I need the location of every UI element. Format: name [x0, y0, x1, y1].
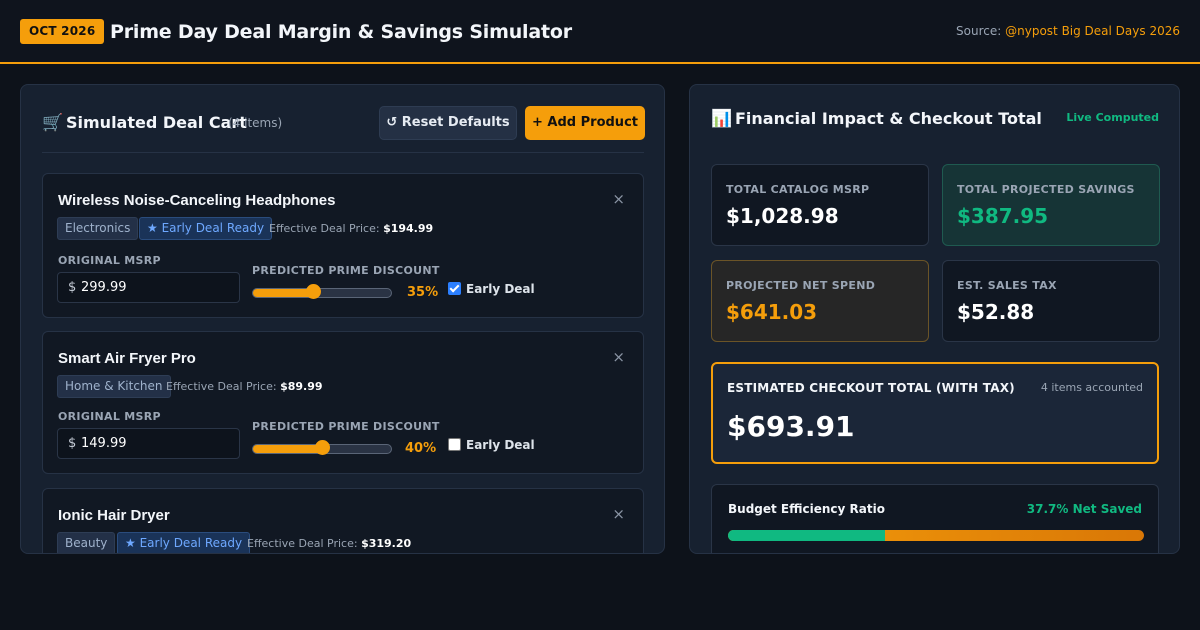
- discount-label: PREDICTED PRIME DISCOUNT: [252, 420, 440, 433]
- discount-label: PREDICTED PRIME DISCOUNT: [252, 264, 440, 277]
- early-deal-label: Early Deal: [466, 282, 535, 296]
- checkout-total-value: $693.91: [727, 410, 855, 443]
- category-tag: Home & Kitchen: [57, 375, 171, 398]
- effective-price-label: Effective Deal Price:: [269, 222, 380, 235]
- slider-handle[interactable]: [306, 284, 321, 299]
- effective-price-label: Effective Deal Price:: [247, 537, 358, 550]
- product-name: Wireless Noise-Canceling Headphones: [58, 192, 336, 209]
- stat-label: TOTAL CATALOG MSRP: [726, 183, 870, 196]
- stat-projected-savings: TOTAL PROJECTED SAVINGS $387.95: [942, 164, 1160, 246]
- cart-item-count: (4 items): [228, 116, 283, 130]
- live-computed-badge: Live Computed: [1066, 111, 1159, 124]
- early-deal-checkbox[interactable]: [448, 438, 461, 451]
- early-deal-checkbox[interactable]: [448, 282, 461, 295]
- category-tag: Electronics: [57, 217, 139, 240]
- msrp-input[interactable]: $ 149.99: [57, 428, 240, 459]
- effective-price: Effective Deal Price: $194.99: [269, 222, 433, 236]
- source-link[interactable]: @nypost Big Deal Days 2026: [1005, 24, 1180, 38]
- slider-fill: [253, 289, 313, 297]
- budget-efficiency-card: Budget Efficiency Ratio 37.7% Net Saved: [711, 484, 1159, 553]
- msrp-value: 299.99: [81, 280, 127, 295]
- stat-label: EST. SALES TAX: [957, 279, 1057, 292]
- checkout-total-card: ESTIMATED CHECKOUT TOTAL (WITH TAX) 4 it…: [711, 362, 1159, 464]
- checkout-label: ESTIMATED CHECKOUT TOTAL (WITH TAX): [727, 381, 1015, 395]
- budget-label: Budget Efficiency Ratio: [728, 502, 885, 516]
- effective-price: Effective Deal Price: $319.20: [247, 537, 411, 551]
- early-deal-label: Early Deal: [466, 438, 535, 452]
- stat-value: $387.95: [957, 204, 1049, 228]
- msrp-input[interactable]: $ 299.99: [57, 272, 240, 303]
- msrp-label: ORIGINAL MSRP: [58, 410, 161, 423]
- page-title: Prime Day Deal Margin & Savings Simulato…: [110, 21, 572, 43]
- header-divider: [42, 152, 644, 153]
- product-name: Ionic Hair Dryer: [58, 507, 170, 524]
- bar-chart-icon: 📊: [711, 109, 733, 129]
- cart-title: Simulated Deal Cart: [66, 113, 247, 132]
- budget-progress-bar: [728, 530, 1144, 541]
- product-card: Ionic Hair Dryer × Beauty ★ Early Deal R…: [42, 488, 644, 553]
- checkout-item-count: 4 items accounted: [1040, 381, 1143, 394]
- stat-sales-tax: EST. SALES TAX $52.88: [942, 260, 1160, 342]
- stat-net-spend: PROJECTED NET SPEND $641.03: [711, 260, 929, 342]
- effective-price-label: Effective Deal Price:: [166, 380, 277, 393]
- stat-label: PROJECTED NET SPEND: [726, 279, 876, 292]
- stat-value: $52.88: [957, 300, 1035, 324]
- stat-value: $641.03: [726, 300, 818, 324]
- effective-price-value: $194.99: [383, 222, 434, 235]
- budget-progress-fill: [728, 530, 885, 541]
- effective-price-value: $319.20: [361, 537, 412, 550]
- stat-catalog-msrp: TOTAL CATALOG MSRP $1,028.98: [711, 164, 929, 246]
- close-icon[interactable]: ×: [612, 505, 625, 523]
- financial-impact-panel: 📊 Financial Impact & Checkout Total Live…: [689, 84, 1180, 554]
- discount-percent: 40%: [405, 441, 437, 456]
- product-card: Smart Air Fryer Pro × Home & Kitchen Eff…: [42, 331, 644, 474]
- close-icon[interactable]: ×: [612, 190, 625, 208]
- effective-price-value: $89.99: [280, 380, 323, 393]
- stat-label: TOTAL PROJECTED SAVINGS: [957, 183, 1135, 196]
- dollar-icon: $: [68, 436, 77, 451]
- impact-title: Financial Impact & Checkout Total: [735, 109, 1042, 128]
- date-badge: OCT 2026: [20, 19, 105, 44]
- budget-percent: 37.7% Net Saved: [1026, 502, 1142, 516]
- source-attribution: Source: @nypost Big Deal Days 2026: [956, 23, 1180, 39]
- app-header: OCT 2026 Prime Day Deal Margin & Savings…: [0, 0, 1200, 64]
- stat-value: $1,028.98: [726, 204, 839, 228]
- close-icon[interactable]: ×: [612, 348, 625, 366]
- product-name: Smart Air Fryer Pro: [58, 350, 196, 367]
- add-product-button[interactable]: + Add Product: [525, 106, 645, 140]
- early-deal-tag: ★ Early Deal Ready: [117, 532, 251, 553]
- discount-slider[interactable]: [252, 284, 392, 299]
- shopping-cart-icon: 🛒: [42, 113, 64, 133]
- dollar-icon: $: [68, 280, 77, 295]
- discount-percent: 35%: [407, 285, 439, 300]
- slider-handle[interactable]: [315, 440, 330, 455]
- reset-defaults-button[interactable]: ↺ Reset Defaults: [379, 106, 517, 140]
- early-deal-tag: ★ Early Deal Ready: [139, 217, 273, 240]
- msrp-value: 149.99: [81, 436, 127, 451]
- effective-price: Effective Deal Price: $89.99: [166, 380, 323, 394]
- category-tag: Beauty: [57, 532, 116, 553]
- msrp-label: ORIGINAL MSRP: [58, 254, 161, 267]
- slider-fill: [253, 445, 322, 453]
- deal-cart-panel: 🛒 Simulated Deal Cart (4 items) ↺ Reset …: [20, 84, 665, 554]
- source-label: Source:: [956, 24, 1006, 38]
- discount-slider[interactable]: [252, 440, 392, 455]
- product-card: Wireless Noise-Canceling Headphones × El…: [42, 173, 644, 318]
